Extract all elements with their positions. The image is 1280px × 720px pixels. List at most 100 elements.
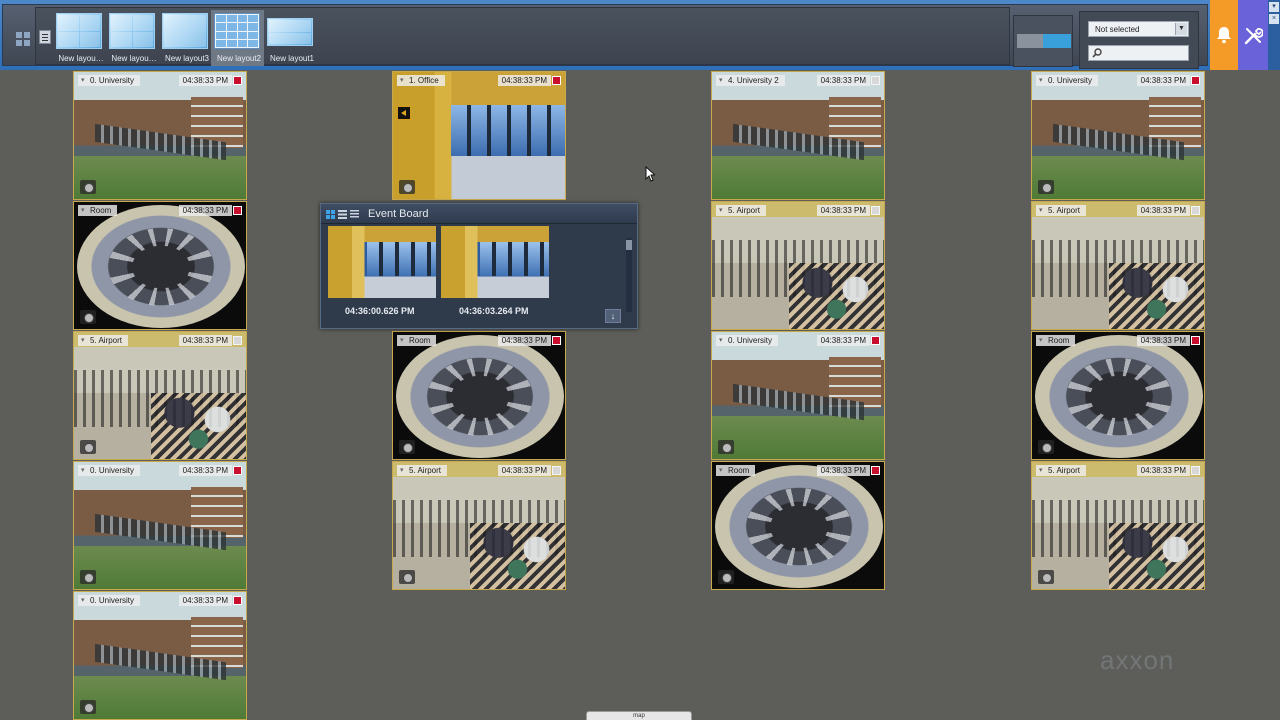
camera-control-icon[interactable] — [80, 700, 96, 714]
event-board-header[interactable]: Event Board — [321, 204, 637, 224]
record-icon[interactable] — [1191, 76, 1200, 85]
record-icon[interactable] — [233, 206, 242, 215]
camera-control-icon[interactable] — [1038, 570, 1054, 584]
layout-tab-2[interactable]: New layou… — [106, 10, 159, 66]
camera-name[interactable]: Room — [78, 205, 118, 216]
record-icon[interactable] — [1191, 336, 1200, 345]
record-icon[interactable] — [871, 336, 880, 345]
camera-tile[interactable]: Room 04:38:33 PM — [711, 461, 885, 590]
layout-tab-3[interactable]: New layout3 — [159, 10, 212, 66]
camera-name[interactable]: 5. Airport — [78, 335, 129, 346]
camera-tile[interactable]: 5. Airport 04:38:33 PM — [1031, 461, 1205, 590]
layout-tab-5[interactable]: New layout1 — [264, 10, 317, 66]
camera-tile[interactable]: Room 04:38:33 PM — [392, 331, 566, 460]
camera-control-icon[interactable] — [399, 570, 415, 584]
camera-timestamp: 04:38:33 PM — [1136, 75, 1190, 86]
camera-tile[interactable]: 5. Airport 04:38:33 PM — [73, 331, 247, 460]
record-icon[interactable] — [233, 76, 242, 85]
compact-view-icon[interactable] — [350, 210, 359, 219]
camera-tile[interactable]: Room 04:38:33 PM — [1031, 331, 1205, 460]
camera-control-icon[interactable] — [80, 180, 96, 194]
top-toolbar: New layou… New layou… New layout3 New la… — [0, 0, 1280, 70]
camera-name[interactable]: 0. University — [1036, 75, 1099, 86]
camera-tile[interactable]: Room 04:38:33 PM — [73, 201, 247, 330]
camera-control-icon[interactable] — [80, 440, 96, 454]
camera-name[interactable]: 5. Airport — [1036, 205, 1087, 216]
camera-control-icon[interactable] — [399, 440, 415, 454]
camera-header: 0. University 04:38:33 PM — [713, 333, 883, 348]
event-thumbnail[interactable] — [328, 226, 436, 298]
layout-list-menu-button[interactable] — [39, 30, 51, 44]
camera-tile[interactable]: 0. University 04:38:33 PM — [73, 461, 247, 590]
camera-control-icon[interactable] — [399, 180, 415, 194]
camera-control-icon[interactable] — [1038, 180, 1054, 194]
record-icon[interactable] — [552, 466, 561, 475]
record-icon[interactable] — [1191, 466, 1200, 475]
search-input[interactable] — [1088, 45, 1189, 61]
camera-tile[interactable]: 1. Office 04:38:33 PM — [392, 71, 566, 200]
camera-name[interactable]: 1. Office — [397, 75, 445, 86]
layout-tab-1[interactable]: New layou… — [53, 10, 106, 66]
camera-tile[interactable]: 0. University 04:38:33 PM — [1031, 71, 1205, 200]
tiles-view-icon[interactable] — [326, 210, 335, 219]
camera-name[interactable]: 4. University 2 — [716, 75, 785, 86]
scroll-down-icon[interactable]: ↓ — [605, 309, 621, 323]
camera-control-icon[interactable] — [718, 440, 734, 454]
layout-preview[interactable] — [1013, 15, 1073, 67]
camera-name[interactable]: 0. University — [716, 335, 779, 346]
record-icon[interactable] — [871, 206, 880, 215]
record-icon[interactable] — [871, 466, 880, 475]
map-tab[interactable]: map — [586, 711, 692, 720]
camera-name[interactable]: 0. University — [78, 465, 141, 476]
camera-header: Room 04:38:33 PM — [713, 463, 883, 478]
camera-tile[interactable]: 0. University 04:38:33 PM — [73, 71, 247, 200]
video-feed — [1032, 202, 1204, 329]
filter-select[interactable]: Not selected ▼ — [1088, 21, 1189, 37]
camera-header: Room 04:38:33 PM — [75, 203, 245, 218]
layout-tab-4-active[interactable]: New layout2 — [211, 10, 264, 66]
chevron-down-icon[interactable]: ▼ — [1175, 23, 1187, 35]
record-icon[interactable] — [1191, 206, 1200, 215]
camera-name[interactable]: 0. University — [78, 595, 141, 606]
event-board-panel[interactable]: Event Board 04:36:00.626 PM 04:36:03.264… — [320, 203, 638, 329]
layouts-grid-icon[interactable] — [16, 32, 30, 46]
video-feed — [393, 72, 565, 199]
back-icon[interactable] — [397, 106, 411, 120]
close-icon[interactable]: × — [1269, 14, 1279, 24]
camera-tile[interactable]: 0. University 04:38:33 PM — [711, 331, 885, 460]
camera-timestamp: 04:38:33 PM — [178, 595, 232, 606]
camera-control-icon[interactable] — [718, 570, 734, 584]
camera-tile[interactable]: 5. Airport 04:38:33 PM — [711, 201, 885, 330]
camera-name[interactable]: 5. Airport — [716, 205, 767, 216]
camera-name[interactable]: Room — [1036, 335, 1076, 346]
record-icon[interactable] — [552, 336, 561, 345]
alarms-button[interactable] — [1210, 0, 1238, 70]
camera-timestamp: 04:38:33 PM — [497, 465, 551, 476]
camera-control-icon[interactable] — [1038, 440, 1054, 454]
toolbar-panel: New layou… New layou… New layout3 New la… — [2, 4, 1208, 69]
record-icon[interactable] — [233, 466, 242, 475]
settings-button[interactable] — [1238, 0, 1268, 70]
event-board-scrollbar[interactable] — [626, 238, 632, 312]
minimize-icon[interactable]: ▾ — [1269, 2, 1279, 12]
camera-name[interactable]: 5. Airport — [1036, 465, 1087, 476]
camera-name[interactable]: Room — [397, 335, 437, 346]
list-view-icon[interactable] — [338, 210, 347, 219]
camera-name[interactable]: Room — [716, 465, 756, 476]
layout-tab-label: New layout1 — [269, 54, 315, 63]
camera-name[interactable]: 0. University — [78, 75, 141, 86]
camera-timestamp: 04:38:33 PM — [178, 205, 232, 216]
record-icon[interactable] — [233, 336, 242, 345]
camera-control-icon[interactable] — [80, 570, 96, 584]
camera-tile[interactable]: 5. Airport 04:38:33 PM — [392, 461, 566, 590]
event-thumbnail[interactable] — [441, 226, 549, 298]
camera-tile[interactable]: 0. University 04:38:33 PM — [73, 591, 247, 720]
camera-control-icon[interactable] — [80, 310, 96, 324]
view-mode-icons — [326, 210, 362, 220]
record-icon[interactable] — [871, 76, 880, 85]
camera-tile[interactable]: 4. University 2 04:38:33 PM — [711, 71, 885, 200]
camera-name[interactable]: 5. Airport — [397, 465, 448, 476]
camera-tile[interactable]: 5. Airport 04:38:33 PM — [1031, 201, 1205, 330]
record-icon[interactable] — [552, 76, 561, 85]
record-icon[interactable] — [233, 596, 242, 605]
